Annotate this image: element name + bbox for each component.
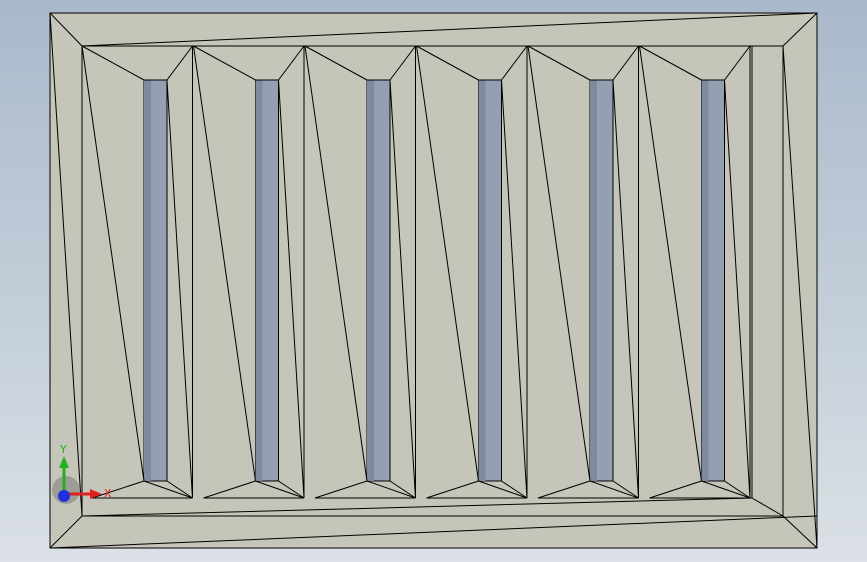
slot-side-wall [590,80,597,481]
y-axis-arrow [59,456,69,468]
slot-side-wall [701,80,709,481]
slot-side-wall [255,80,263,481]
cad-viewport[interactable]: Y X [0,0,867,562]
slot-side-wall [144,80,151,481]
y-axis-label: Y [59,443,67,456]
grille-model[interactable] [0,0,867,562]
coordinate-triad-icon: Y X [52,443,112,504]
inner-bevel [81,45,784,517]
slot-side-wall [367,80,374,481]
slot-side-wall [478,80,486,481]
z-axis-dot [58,490,70,502]
x-axis-arrow [90,489,102,499]
x-axis-label: X [104,487,112,500]
